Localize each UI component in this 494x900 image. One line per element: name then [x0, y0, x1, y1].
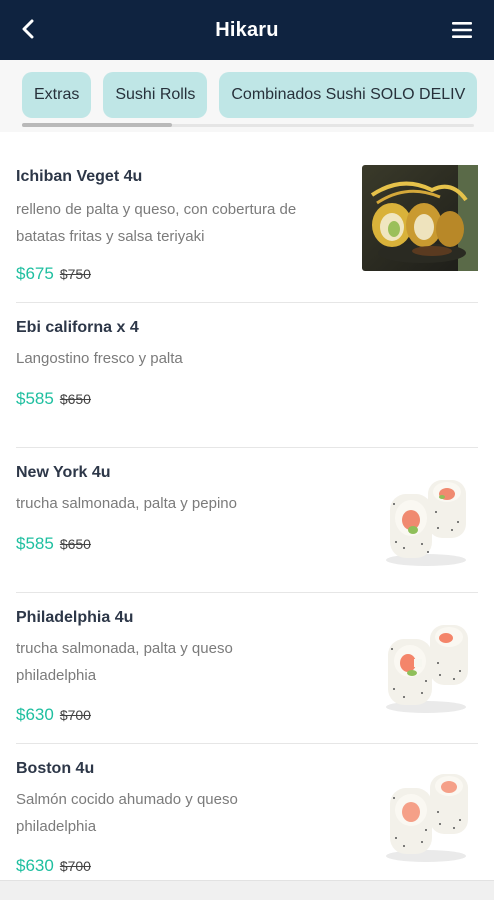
product-prices: $630 $700: [16, 705, 91, 725]
sushi-photo-icon: [362, 165, 478, 271]
product-prices: $585 $650: [16, 534, 91, 554]
app-header: Hikaru: [0, 0, 494, 60]
product-old-price: $700: [59, 707, 91, 723]
category-scroll-thumb[interactable]: [22, 123, 172, 127]
product-name: Ebi californa x 4: [16, 319, 139, 336]
product-item[interactable]: Boston 4u Salmón cocido ahumado y queso …: [16, 744, 478, 881]
product-description-line: philadelphia: [16, 667, 97, 684]
product-description-line: batatas fritas y salsa teriyaki: [16, 228, 205, 245]
chevron-left-icon: [22, 19, 34, 39]
product-description-line: relleno de palta y queso, con cobertura …: [16, 201, 297, 218]
category-chip-extras[interactable]: Extras: [22, 72, 92, 118]
product-description: trucha salmonada, palta y pepino: [16, 490, 237, 517]
category-chip-list: Extras Sushi Rolls Combinados Sushi SOLO…: [22, 72, 478, 118]
product-image[interactable]: [362, 165, 478, 271]
hamburger-menu-icon: [452, 22, 472, 38]
product-image[interactable]: [378, 472, 478, 568]
product-description-line: trucha salmonada, palta y pepino: [16, 495, 237, 512]
product-old-price: $650: [59, 536, 91, 552]
bottom-bar: [0, 880, 494, 900]
sushi-photo-icon: [378, 619, 478, 715]
product-item[interactable]: New York 4u trucha salmonada, palta y pe…: [16, 448, 478, 593]
menu-button[interactable]: [448, 16, 476, 44]
product-name: Boston 4u: [16, 760, 95, 777]
product-description: Langostino fresco y palta: [16, 345, 183, 372]
product-prices: $585 $650: [16, 389, 91, 409]
product-item[interactable]: Ichiban Veget 4u relleno de palta y ques…: [16, 132, 478, 303]
product-price: $585: [16, 389, 54, 408]
product-description-line: trucha salmonada, palta y queso: [16, 640, 233, 657]
product-description: trucha salmonada, palta y queso philadel…: [16, 635, 233, 689]
product-name: New York 4u: [16, 464, 111, 481]
product-list: Ichiban Veget 4u relleno de palta y ques…: [0, 132, 494, 881]
product-price: $585: [16, 534, 54, 553]
product-prices: $630 $700: [16, 856, 91, 876]
product-price: $630: [16, 856, 54, 875]
product-image[interactable]: [378, 768, 478, 864]
product-item[interactable]: Philadelphia 4u trucha salmonada, palta …: [16, 593, 478, 744]
product-old-price: $650: [59, 391, 91, 407]
product-price: $675: [16, 264, 54, 283]
category-tabs: Extras Sushi Rolls Combinados Sushi SOLO…: [0, 60, 494, 132]
product-name: Philadelphia 4u: [16, 609, 134, 626]
sushi-photo-icon: [378, 472, 478, 568]
product-description-line: Langostino fresco y palta: [16, 350, 183, 367]
product-prices: $675 $750: [16, 264, 91, 284]
product-price: $630: [16, 705, 54, 724]
product-old-price: $700: [59, 858, 91, 874]
category-chip-sushi-rolls[interactable]: Sushi Rolls: [103, 72, 208, 118]
product-description-line: philadelphia: [16, 818, 97, 835]
product-description: relleno de palta y queso, con cobertura …: [16, 196, 296, 250]
product-description-line: Salmón cocido ahumado y queso: [16, 791, 238, 808]
product-description: Salmón cocido ahumado y queso philadelph…: [16, 786, 238, 840]
category-chip-combinados[interactable]: Combinados Sushi SOLO DELIV: [219, 72, 478, 118]
product-item[interactable]: Ebi californa x 4 Langostino fresco y pa…: [16, 303, 478, 448]
sushi-photo-icon: [378, 768, 478, 864]
page-title: Hikaru: [215, 18, 279, 41]
back-button[interactable]: [14, 14, 44, 44]
product-name: Ichiban Veget 4u: [16, 168, 143, 185]
product-old-price: $750: [59, 266, 91, 282]
product-image[interactable]: [378, 619, 478, 715]
